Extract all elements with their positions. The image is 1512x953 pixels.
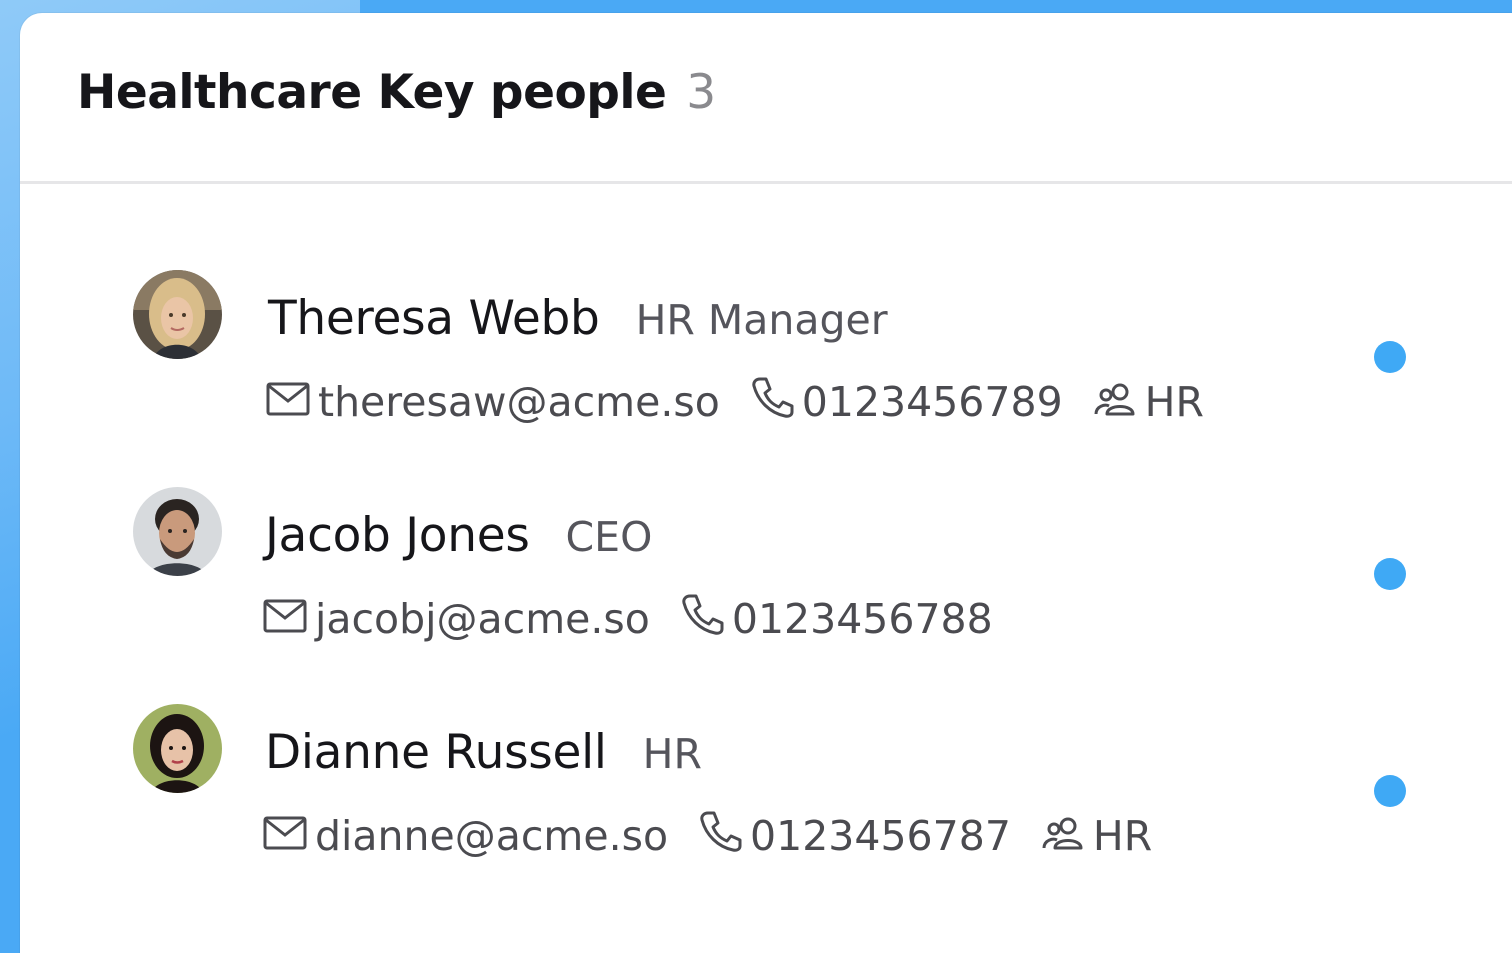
phone-detail[interactable]: 0123456789 bbox=[750, 375, 1063, 429]
status-dot bbox=[1374, 341, 1406, 373]
key-people-card: Healthcare Key people 3 Theresa Webb HR M… bbox=[20, 13, 1512, 953]
avatar[interactable] bbox=[133, 487, 222, 576]
contact-details: jacobj@acme.so 0123456788 bbox=[263, 592, 993, 646]
person-row[interactable]: Theresa Webb HR Manager theresaw@acme.so … bbox=[20, 263, 1512, 426]
mail-icon bbox=[266, 378, 310, 426]
department-text: HR bbox=[1092, 812, 1153, 860]
name-line: Jacob Jones CEO bbox=[265, 508, 652, 563]
phone-icon bbox=[698, 809, 742, 863]
email-text[interactable]: dianne@acme.so bbox=[315, 812, 668, 860]
avatar[interactable] bbox=[133, 704, 222, 793]
panel-title-text: Healthcare Key people bbox=[77, 65, 667, 120]
department-detail: HR bbox=[1093, 378, 1204, 426]
name-line: Dianne Russell HR bbox=[265, 725, 702, 780]
person-row[interactable]: Dianne Russell HR dianne@acme.so 01234567… bbox=[20, 697, 1512, 860]
users-icon bbox=[1093, 378, 1137, 426]
status-dot bbox=[1374, 775, 1406, 807]
email-detail[interactable]: jacobj@acme.so bbox=[263, 595, 650, 643]
phone-text[interactable]: 0123456788 bbox=[732, 595, 993, 643]
email-detail[interactable]: dianne@acme.so bbox=[263, 812, 668, 860]
card-header: Healthcare Key people 3 bbox=[20, 13, 1512, 184]
name-line: Theresa Webb HR Manager bbox=[268, 291, 888, 346]
contact-details: dianne@acme.so 0123456787 HR bbox=[263, 809, 1152, 863]
email-text[interactable]: jacobj@acme.so bbox=[315, 595, 650, 643]
phone-detail[interactable]: 0123456788 bbox=[680, 592, 993, 646]
phone-icon bbox=[750, 375, 794, 429]
contact-details: theresaw@acme.so 0123456789 HR bbox=[266, 375, 1204, 429]
phone-detail[interactable]: 0123456787 bbox=[698, 809, 1011, 863]
mail-icon bbox=[263, 812, 307, 860]
email-text[interactable]: theresaw@acme.so bbox=[318, 378, 720, 426]
phone-icon bbox=[680, 592, 724, 646]
person-name[interactable]: Dianne Russell bbox=[265, 725, 607, 780]
status-dot bbox=[1374, 558, 1406, 590]
phone-text[interactable]: 0123456789 bbox=[802, 378, 1063, 426]
person-role: HR bbox=[642, 730, 702, 778]
person-name[interactable]: Theresa Webb bbox=[268, 291, 600, 346]
department-detail: HR bbox=[1041, 812, 1152, 860]
users-icon bbox=[1041, 812, 1085, 860]
people-count: 3 bbox=[686, 65, 716, 120]
department-text: HR bbox=[1144, 378, 1204, 426]
person-row[interactable]: Jacob Jones CEO jacobj@acme.so 0123456788 bbox=[20, 480, 1512, 643]
email-detail[interactable]: theresaw@acme.so bbox=[266, 378, 720, 426]
phone-text[interactable]: 0123456787 bbox=[750, 812, 1011, 860]
avatar[interactable] bbox=[133, 270, 222, 359]
panel-title: Healthcare Key people 3 bbox=[77, 65, 716, 120]
person-role: HR Manager bbox=[635, 296, 888, 344]
person-name[interactable]: Jacob Jones bbox=[265, 508, 530, 563]
person-role: CEO bbox=[565, 513, 653, 561]
mail-icon bbox=[263, 595, 307, 643]
